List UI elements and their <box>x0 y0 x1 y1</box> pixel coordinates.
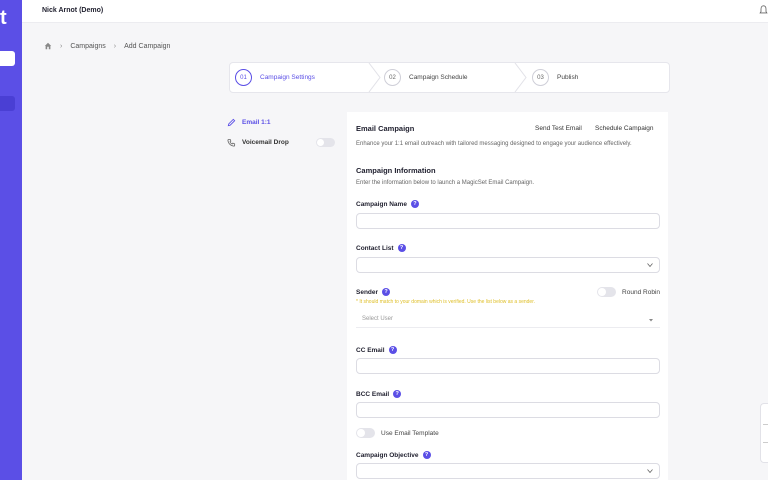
app-logo: t <box>0 7 7 29</box>
contact-list-select[interactable] <box>356 257 660 273</box>
send-test-email-button[interactable]: Send Test Email <box>535 125 582 132</box>
menu-item-email[interactable]: Email 1:1 <box>227 112 335 132</box>
help-icon[interactable]: ? <box>388 346 397 354</box>
cc-email-label-text: CC Email <box>356 346 385 354</box>
sender-label: Sender ? <box>356 288 391 296</box>
step-campaign-schedule[interactable]: 02 Campaign Schedule <box>384 69 468 86</box>
campaign-objective-label-text: Campaign Objective <box>356 451 419 459</box>
step-number: 03 <box>532 69 549 86</box>
top-bar: Nick Arnot (Demo) <box>22 0 768 23</box>
campaign-name-label-text: Campaign Name <box>356 200 407 208</box>
step-label: Publish <box>557 74 579 81</box>
campaign-type-menu: Email 1:1 Voicemail Drop <box>227 112 335 152</box>
sender-select-placeholder: Select User <box>362 316 394 322</box>
cc-email-label: CC Email ? <box>356 346 397 354</box>
step-number: 02 <box>384 69 401 86</box>
email-campaign-description: Enhance your 1:1 email outreach with tai… <box>356 141 632 147</box>
help-icon[interactable]: ? <box>397 244 406 252</box>
email-template-row: Use Email Template <box>356 428 439 438</box>
campaign-name-input[interactable] <box>356 213 660 229</box>
round-robin-label: Round Robin <box>622 288 660 296</box>
breadcrumb-add-campaign: Add Campaign <box>124 42 171 50</box>
step-divider-chevron-icon <box>514 63 527 92</box>
menu-item-label: Email 1:1 <box>242 118 271 126</box>
cc-email-input[interactable] <box>356 358 660 374</box>
breadcrumb-separator-icon: › <box>113 42 117 50</box>
contact-list-label: Contact List ? <box>356 244 406 252</box>
bcc-email-input[interactable] <box>356 402 660 418</box>
phone-icon <box>227 138 236 147</box>
left-sidebar: t <box>0 0 22 480</box>
step-divider-chevron-icon <box>368 63 381 92</box>
floating-side-widget[interactable] <box>760 403 768 463</box>
sidebar-active-item[interactable] <box>0 96 15 111</box>
bcc-email-label: BCC Email ? <box>356 390 402 398</box>
help-icon[interactable]: ? <box>382 288 391 296</box>
use-template-toggle[interactable] <box>356 428 375 438</box>
menu-item-label: Voicemail Drop <box>242 138 289 146</box>
step-campaign-settings[interactable]: 01 Campaign Settings <box>235 69 315 86</box>
email-campaign-title: Email Campaign <box>356 124 415 133</box>
pencil-icon <box>227 118 236 126</box>
contact-list-label-text: Contact List <box>356 244 394 252</box>
campaign-info-description: Enter the information below to launch a … <box>356 180 535 186</box>
step-number: 01 <box>235 69 252 86</box>
chevron-down-icon <box>647 469 653 474</box>
chevron-down-icon <box>647 263 653 268</box>
help-icon[interactable]: ? <box>422 451 431 459</box>
caret-down-icon <box>649 319 653 322</box>
use-template-label: Use Email Template <box>381 429 439 437</box>
menu-item-voicemail[interactable]: Voicemail Drop <box>227 132 335 152</box>
help-icon[interactable]: ? <box>393 390 402 398</box>
sender-select[interactable]: Select User <box>356 312 660 328</box>
campaign-objective-select[interactable] <box>356 463 660 479</box>
schedule-campaign-button[interactable]: Schedule Campaign <box>595 125 654 132</box>
step-label: Campaign Schedule <box>409 74 468 81</box>
round-robin-control: Round Robin <box>597 287 660 297</box>
campaign-stepper: 01 Campaign Settings 02 Campaign Schedul… <box>229 62 670 93</box>
voicemail-toggle[interactable] <box>316 137 335 147</box>
bcc-email-label-text: BCC Email <box>356 390 390 398</box>
sidebar-search-box[interactable] <box>0 51 15 66</box>
campaign-objective-label: Campaign Objective ? <box>356 451 431 459</box>
breadcrumb-campaigns[interactable]: Campaigns <box>70 43 105 50</box>
step-publish[interactable]: 03 Publish <box>532 69 578 86</box>
home-icon[interactable] <box>44 42 52 50</box>
widget-line <box>763 424 768 425</box>
breadcrumb-separator-icon: › <box>60 42 63 50</box>
user-name[interactable]: Nick Arnot (Demo) <box>42 7 103 14</box>
breadcrumb: › Campaigns › Add Campaign <box>44 42 170 50</box>
widget-line <box>763 442 768 443</box>
campaign-form-card: Email Campaign Send Test Email Schedule … <box>347 112 668 480</box>
bell-icon[interactable] <box>759 5 768 15</box>
sender-warning-text: * It should match to your domain which i… <box>356 299 535 305</box>
sender-label-text: Sender <box>356 288 379 296</box>
campaign-name-label: Campaign Name ? <box>356 200 419 208</box>
campaign-info-title: Campaign Information <box>356 166 436 175</box>
step-label: Campaign Settings <box>260 74 315 81</box>
round-robin-toggle[interactable] <box>597 287 617 297</box>
help-icon[interactable]: ? <box>410 200 419 208</box>
